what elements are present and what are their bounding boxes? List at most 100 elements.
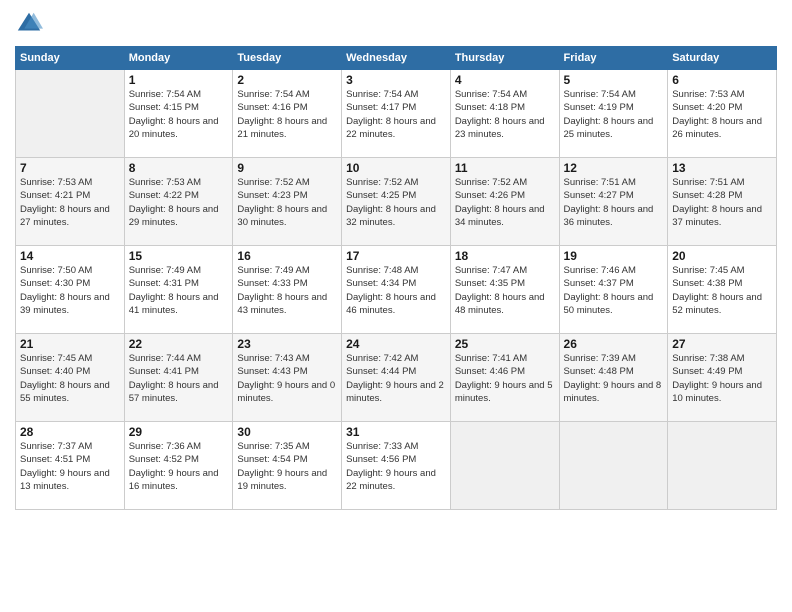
calendar-cell: 27 Sunrise: 7:38 AMSunset: 4:49 PMDaylig… — [668, 334, 777, 422]
day-number: 2 — [237, 73, 337, 87]
cell-info: Sunrise: 7:49 AMSunset: 4:31 PMDaylight:… — [129, 264, 229, 317]
calendar-cell — [559, 422, 668, 510]
day-number: 28 — [20, 425, 120, 439]
day-header: Thursday — [450, 47, 559, 70]
calendar-cell: 14 Sunrise: 7:50 AMSunset: 4:30 PMDaylig… — [16, 246, 125, 334]
calendar-cell: 18 Sunrise: 7:47 AMSunset: 4:35 PMDaylig… — [450, 246, 559, 334]
calendar-cell: 16 Sunrise: 7:49 AMSunset: 4:33 PMDaylig… — [233, 246, 342, 334]
calendar-cell: 13 Sunrise: 7:51 AMSunset: 4:28 PMDaylig… — [668, 158, 777, 246]
day-number: 24 — [346, 337, 446, 351]
calendar-cell: 7 Sunrise: 7:53 AMSunset: 4:21 PMDayligh… — [16, 158, 125, 246]
cell-info: Sunrise: 7:54 AMSunset: 4:18 PMDaylight:… — [455, 88, 555, 141]
calendar-cell: 29 Sunrise: 7:36 AMSunset: 4:52 PMDaylig… — [124, 422, 233, 510]
cell-info: Sunrise: 7:54 AMSunset: 4:15 PMDaylight:… — [129, 88, 229, 141]
calendar-cell: 1 Sunrise: 7:54 AMSunset: 4:15 PMDayligh… — [124, 70, 233, 158]
calendar-cell: 11 Sunrise: 7:52 AMSunset: 4:26 PMDaylig… — [450, 158, 559, 246]
day-number: 17 — [346, 249, 446, 263]
day-header: Wednesday — [342, 47, 451, 70]
cell-info: Sunrise: 7:38 AMSunset: 4:49 PMDaylight:… — [672, 352, 772, 405]
cell-info: Sunrise: 7:35 AMSunset: 4:54 PMDaylight:… — [237, 440, 337, 493]
day-number: 14 — [20, 249, 120, 263]
calendar-cell: 19 Sunrise: 7:46 AMSunset: 4:37 PMDaylig… — [559, 246, 668, 334]
calendar-cell: 30 Sunrise: 7:35 AMSunset: 4:54 PMDaylig… — [233, 422, 342, 510]
calendar-week-row: 14 Sunrise: 7:50 AMSunset: 4:30 PMDaylig… — [16, 246, 777, 334]
cell-info: Sunrise: 7:52 AMSunset: 4:26 PMDaylight:… — [455, 176, 555, 229]
cell-info: Sunrise: 7:45 AMSunset: 4:40 PMDaylight:… — [20, 352, 120, 405]
calendar-cell: 25 Sunrise: 7:41 AMSunset: 4:46 PMDaylig… — [450, 334, 559, 422]
cell-info: Sunrise: 7:36 AMSunset: 4:52 PMDaylight:… — [129, 440, 229, 493]
calendar-cell — [668, 422, 777, 510]
calendar-week-row: 28 Sunrise: 7:37 AMSunset: 4:51 PMDaylig… — [16, 422, 777, 510]
cell-info: Sunrise: 7:53 AMSunset: 4:21 PMDaylight:… — [20, 176, 120, 229]
calendar-cell: 4 Sunrise: 7:54 AMSunset: 4:18 PMDayligh… — [450, 70, 559, 158]
cell-info: Sunrise: 7:53 AMSunset: 4:20 PMDaylight:… — [672, 88, 772, 141]
calendar-cell: 17 Sunrise: 7:48 AMSunset: 4:34 PMDaylig… — [342, 246, 451, 334]
day-number: 11 — [455, 161, 555, 175]
cell-info: Sunrise: 7:54 AMSunset: 4:16 PMDaylight:… — [237, 88, 337, 141]
calendar-cell: 6 Sunrise: 7:53 AMSunset: 4:20 PMDayligh… — [668, 70, 777, 158]
cell-info: Sunrise: 7:52 AMSunset: 4:23 PMDaylight:… — [237, 176, 337, 229]
calendar-cell: 8 Sunrise: 7:53 AMSunset: 4:22 PMDayligh… — [124, 158, 233, 246]
cell-info: Sunrise: 7:37 AMSunset: 4:51 PMDaylight:… — [20, 440, 120, 493]
day-header: Friday — [559, 47, 668, 70]
day-header: Sunday — [16, 47, 125, 70]
day-number: 30 — [237, 425, 337, 439]
calendar-cell: 23 Sunrise: 7:43 AMSunset: 4:43 PMDaylig… — [233, 334, 342, 422]
calendar-cell: 26 Sunrise: 7:39 AMSunset: 4:48 PMDaylig… — [559, 334, 668, 422]
cell-info: Sunrise: 7:47 AMSunset: 4:35 PMDaylight:… — [455, 264, 555, 317]
day-number: 8 — [129, 161, 229, 175]
day-number: 19 — [564, 249, 664, 263]
calendar-cell: 2 Sunrise: 7:54 AMSunset: 4:16 PMDayligh… — [233, 70, 342, 158]
calendar-cell: 20 Sunrise: 7:45 AMSunset: 4:38 PMDaylig… — [668, 246, 777, 334]
calendar-cell: 15 Sunrise: 7:49 AMSunset: 4:31 PMDaylig… — [124, 246, 233, 334]
cell-info: Sunrise: 7:49 AMSunset: 4:33 PMDaylight:… — [237, 264, 337, 317]
cell-info: Sunrise: 7:39 AMSunset: 4:48 PMDaylight:… — [564, 352, 664, 405]
day-header: Tuesday — [233, 47, 342, 70]
cell-info: Sunrise: 7:41 AMSunset: 4:46 PMDaylight:… — [455, 352, 555, 405]
day-header: Monday — [124, 47, 233, 70]
cell-info: Sunrise: 7:43 AMSunset: 4:43 PMDaylight:… — [237, 352, 337, 405]
day-number: 29 — [129, 425, 229, 439]
calendar-cell: 5 Sunrise: 7:54 AMSunset: 4:19 PMDayligh… — [559, 70, 668, 158]
day-number: 1 — [129, 73, 229, 87]
day-number: 26 — [564, 337, 664, 351]
calendar-cell: 28 Sunrise: 7:37 AMSunset: 4:51 PMDaylig… — [16, 422, 125, 510]
day-number: 15 — [129, 249, 229, 263]
logo — [15, 10, 47, 38]
day-number: 25 — [455, 337, 555, 351]
calendar-cell: 31 Sunrise: 7:33 AMSunset: 4:56 PMDaylig… — [342, 422, 451, 510]
day-number: 3 — [346, 73, 446, 87]
calendar-cell — [16, 70, 125, 158]
day-number: 7 — [20, 161, 120, 175]
cell-info: Sunrise: 7:51 AMSunset: 4:28 PMDaylight:… — [672, 176, 772, 229]
day-number: 12 — [564, 161, 664, 175]
day-number: 18 — [455, 249, 555, 263]
cell-info: Sunrise: 7:50 AMSunset: 4:30 PMDaylight:… — [20, 264, 120, 317]
calendar-header-row: SundayMondayTuesdayWednesdayThursdayFrid… — [16, 47, 777, 70]
calendar-cell: 3 Sunrise: 7:54 AMSunset: 4:17 PMDayligh… — [342, 70, 451, 158]
day-number: 5 — [564, 73, 664, 87]
cell-info: Sunrise: 7:46 AMSunset: 4:37 PMDaylight:… — [564, 264, 664, 317]
cell-info: Sunrise: 7:54 AMSunset: 4:17 PMDaylight:… — [346, 88, 446, 141]
calendar-cell: 12 Sunrise: 7:51 AMSunset: 4:27 PMDaylig… — [559, 158, 668, 246]
day-number: 9 — [237, 161, 337, 175]
calendar-week-row: 21 Sunrise: 7:45 AMSunset: 4:40 PMDaylig… — [16, 334, 777, 422]
cell-info: Sunrise: 7:42 AMSunset: 4:44 PMDaylight:… — [346, 352, 446, 405]
day-number: 31 — [346, 425, 446, 439]
cell-info: Sunrise: 7:52 AMSunset: 4:25 PMDaylight:… — [346, 176, 446, 229]
day-number: 27 — [672, 337, 772, 351]
cell-info: Sunrise: 7:53 AMSunset: 4:22 PMDaylight:… — [129, 176, 229, 229]
day-number: 23 — [237, 337, 337, 351]
calendar-week-row: 1 Sunrise: 7:54 AMSunset: 4:15 PMDayligh… — [16, 70, 777, 158]
calendar-cell: 21 Sunrise: 7:45 AMSunset: 4:40 PMDaylig… — [16, 334, 125, 422]
logo-icon — [15, 10, 43, 38]
calendar-cell: 22 Sunrise: 7:44 AMSunset: 4:41 PMDaylig… — [124, 334, 233, 422]
day-number: 22 — [129, 337, 229, 351]
cell-info: Sunrise: 7:54 AMSunset: 4:19 PMDaylight:… — [564, 88, 664, 141]
day-number: 6 — [672, 73, 772, 87]
cell-info: Sunrise: 7:33 AMSunset: 4:56 PMDaylight:… — [346, 440, 446, 493]
cell-info: Sunrise: 7:48 AMSunset: 4:34 PMDaylight:… — [346, 264, 446, 317]
day-number: 21 — [20, 337, 120, 351]
day-number: 10 — [346, 161, 446, 175]
calendar-cell — [450, 422, 559, 510]
